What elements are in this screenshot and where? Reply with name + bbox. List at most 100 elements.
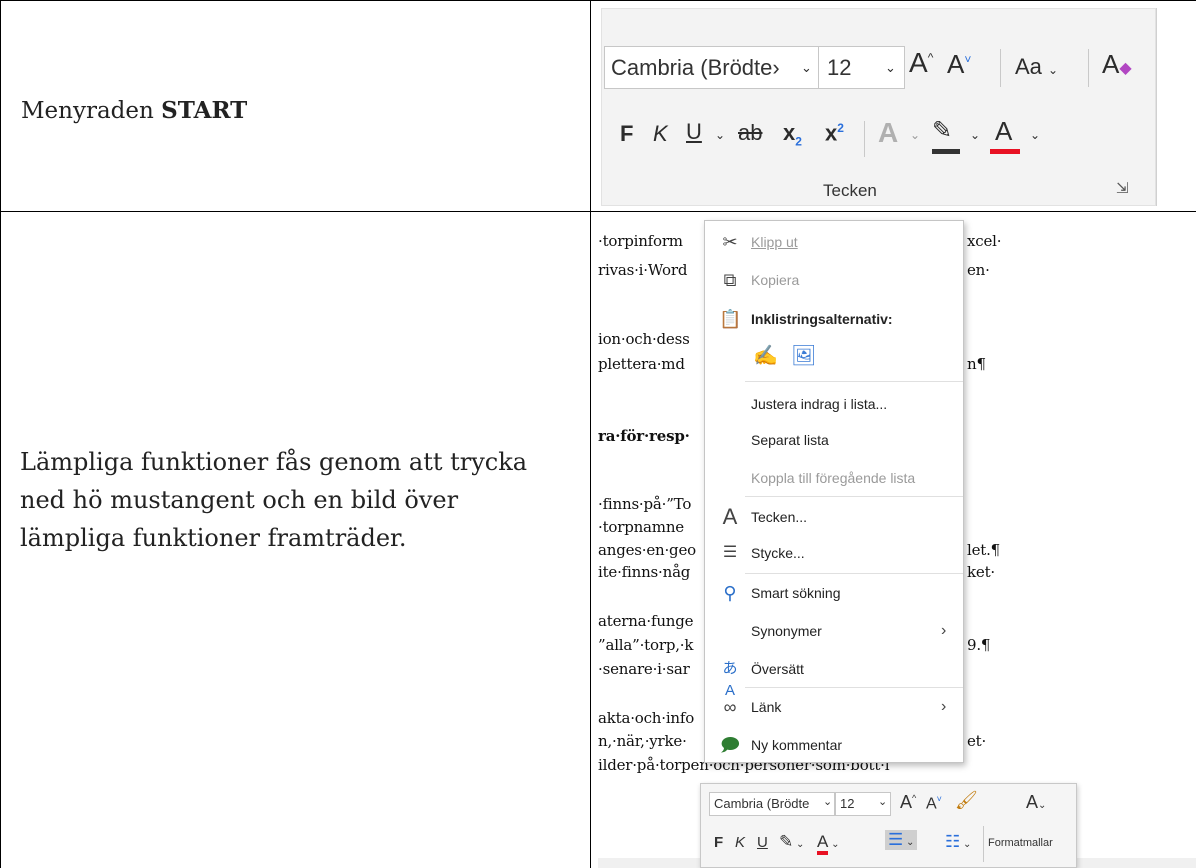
italic-button[interactable]: K (653, 123, 668, 145)
underline-letter: U (686, 119, 702, 144)
superscript-letter: x (825, 120, 838, 146)
mini-bullets-icon[interactable]: ☰ ⌄ (885, 830, 918, 850)
dialog-launcher-icon[interactable]: ⇲ (1116, 181, 1129, 196)
menu-item-label: Ny kommentar (751, 737, 843, 753)
doc-line: ·torpinform (598, 232, 683, 250)
menu-item-label: Smart sökning (751, 585, 841, 601)
menu-item-label: Översätt (751, 661, 804, 677)
doc-line: ra·för·resp· (598, 427, 690, 445)
font-color-letter: A (995, 116, 1013, 146)
strikethrough-button[interactable]: ab (738, 122, 762, 144)
chevron-down-icon[interactable]: ⌄ (885, 61, 896, 74)
ribbon-separator (864, 121, 865, 157)
font-name-box[interactable]: Cambria (Brödte› ⌄ (604, 46, 819, 89)
menu-item-label: Separat lista (751, 432, 829, 448)
shrink-font-icon[interactable]: A˅ (947, 51, 971, 77)
text-effects-icon[interactable]: A (878, 119, 898, 147)
paste-keep-text-icon[interactable]: ✍ (753, 343, 778, 368)
table-border-left (0, 0, 1, 868)
row1-label: Menyraden START (21, 93, 247, 129)
link-icon: ∞ (723, 697, 737, 717)
mini-toolbar: Cambria (Brödte ⌄ 12 ⌄ A^ A˅ 🖌 A⌄ F K U … (700, 783, 1077, 868)
paste-picture-icon[interactable]: 🖼 (791, 343, 816, 368)
menu-item-copy[interactable]: ⧉ Kopiera (705, 263, 963, 297)
mini-font-size-box[interactable]: 12 ⌄ (835, 792, 891, 816)
menu-item-translate[interactable]: あA Översätt (705, 652, 963, 699)
ribbon-font-group: Cambria (Brödte› ⌄ 12 ⌄ A^ A˅ Aa ⌄ A◆ F … (601, 8, 1156, 206)
menu-item-paragraph[interactable]: ☰ Stycke... (705, 536, 963, 570)
menu-item-join-previous-list[interactable]: Koppla till föregående lista (705, 461, 963, 495)
menu-item-label: Tecken... (751, 509, 808, 525)
table-row-divider (0, 211, 1196, 212)
doc-line: ·senare·i·sar (598, 660, 690, 678)
doc-line: ”alla”·torp,·k (598, 636, 694, 654)
subscript-button[interactable]: x2 (783, 122, 802, 148)
doc-right-fragment: en· (967, 261, 990, 279)
doc-line: plettera·md (598, 355, 685, 373)
menu-separator (745, 496, 963, 497)
doc-line: ·finns·på·”To (598, 495, 692, 513)
menu-item-label: Synonymer (751, 623, 822, 639)
table-border-top (0, 0, 1196, 1)
chevron-down-icon[interactable]: ⌄ (1030, 129, 1040, 141)
mini-styles-label[interactable]: Formatmallar (988, 837, 1053, 849)
smart-lookup-icon: ⚲ (723, 583, 737, 603)
mini-grow-font-icon[interactable]: A^ (900, 792, 916, 813)
doc-right-fragment: let.¶ (967, 541, 1001, 559)
ribbon-separator (1088, 49, 1089, 87)
mini-font-color-icon[interactable]: A ⌄ (817, 832, 840, 855)
mini-grow-letter: A (900, 792, 913, 812)
scissors-icon: ✂ (722, 232, 738, 252)
clear-formatting-icon[interactable]: A◆ (1102, 51, 1132, 77)
mini-font-name-box[interactable]: Cambria (Brödte ⌄ (709, 792, 835, 816)
translate-icon: あA (722, 660, 738, 699)
chevron-down-icon[interactable]: ⌄ (970, 129, 980, 141)
chevron-down-icon[interactable]: ⌄ (801, 61, 812, 74)
font-color-icon[interactable]: A (995, 118, 1012, 144)
mini-italic-button[interactable]: K (735, 834, 745, 851)
menu-item-label: Inklistringsalternativ: (751, 311, 893, 327)
menu-item-synonyms[interactable]: Synonymer › (705, 614, 963, 648)
doc-line: rivas·i·Word (598, 261, 688, 279)
context-menu: ✂ Klipp ut ⧉ Kopiera 📋 Inklistringsalter… (704, 220, 964, 763)
chevron-down-icon[interactable]: ⌄ (715, 129, 725, 141)
menu-separator (745, 381, 963, 382)
mini-highlight-icon[interactable]: ✎ ⌄ (779, 832, 804, 852)
format-painter-icon[interactable]: 🖌 (955, 790, 978, 811)
row1-label-bold: START (161, 97, 248, 124)
doc-right-fragment: xcel· (967, 232, 1002, 250)
change-case-label: Aa (1015, 54, 1042, 79)
ribbon-separator (1000, 49, 1001, 87)
mini-numbering-icon[interactable]: ☷ ⌄ (945, 832, 971, 852)
menu-item-cut[interactable]: ✂ Klipp ut (705, 225, 963, 259)
mini-shrink-font-icon[interactable]: A˅ (926, 794, 942, 813)
menu-item-new-comment[interactable]: 🗩 Ny kommentar (705, 728, 963, 762)
chevron-down-icon[interactable]: ⌄ (910, 129, 920, 141)
doc-line: akta·och·info (598, 709, 695, 727)
superscript-button[interactable]: x2 (825, 122, 844, 144)
highlight-pen-icon[interactable]: ✎ (932, 119, 952, 143)
menu-item-separate-list[interactable]: Separat lista (705, 423, 963, 457)
menu-item-label: Klipp ut (751, 234, 798, 250)
menu-item-label: Koppla till föregående lista (751, 470, 916, 486)
menu-item-label: Justera indrag i lista... (751, 396, 888, 412)
change-case-icon[interactable]: Aa ⌄ (1015, 56, 1058, 78)
mini-bold-button[interactable]: F (714, 834, 723, 851)
menu-item-smart-lookup[interactable]: ⚲ Smart sökning (705, 576, 963, 610)
menu-separator (745, 573, 963, 574)
underline-button[interactable]: U (686, 121, 702, 143)
doc-line: ·torpnamne (598, 518, 684, 536)
styles-icon[interactable]: A⌄ (1026, 792, 1046, 813)
mini-separator (983, 826, 984, 862)
shrink-font-letter: A (947, 49, 965, 79)
font-size-box[interactable]: 12 ⌄ (818, 46, 905, 89)
menu-item-adjust-indent[interactable]: Justera indrag i lista... (705, 387, 963, 421)
bold-button[interactable]: F (620, 123, 633, 145)
chevron-right-icon: › (941, 622, 947, 639)
menu-item-font[interactable]: A Tecken... (705, 500, 963, 534)
copy-icon: ⧉ (723, 270, 737, 290)
ribbon-group-label: Tecken (823, 181, 877, 200)
menu-item-link[interactable]: ∞ Länk › (705, 690, 963, 724)
grow-font-icon[interactable]: A^ (909, 49, 933, 77)
mini-underline-button[interactable]: U (757, 834, 768, 851)
